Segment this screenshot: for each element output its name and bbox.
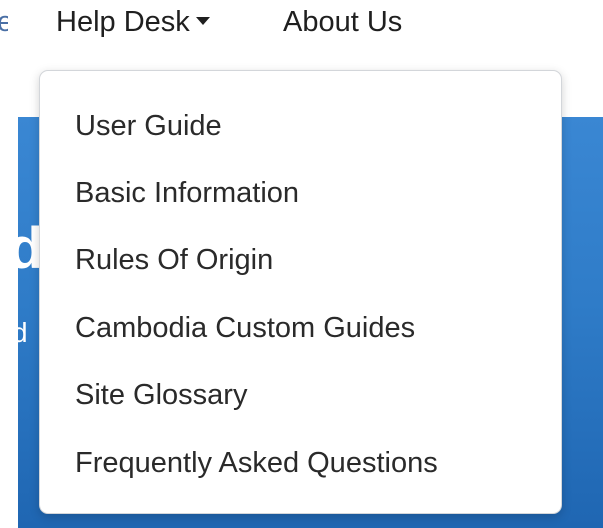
chevron-down-icon: [195, 17, 210, 26]
nav-item-clipped[interactable]: e: [0, 4, 8, 40]
menu-item-faq[interactable]: Frequently Asked Questions: [75, 445, 438, 481]
hero-subtitle-fragment: d: [12, 317, 28, 348]
menu-item-rules-of-origin[interactable]: Rules Of Origin: [75, 242, 273, 278]
menu-item-basic-information[interactable]: Basic Information: [75, 175, 299, 211]
help-desk-dropdown-menu: User Guide Basic Information Rules Of Or…: [39, 70, 562, 514]
nav-item-about-us[interactable]: About Us: [283, 4, 402, 40]
help-desk-label: Help Desk: [56, 6, 190, 38]
menu-item-site-glossary[interactable]: Site Glossary: [75, 377, 247, 413]
top-navbar: e Help Desk About Us: [0, 0, 603, 46]
menu-item-cambodia-custom-guides[interactable]: Cambodia Custom Guides: [75, 310, 415, 346]
nav-item-help-desk[interactable]: Help Desk: [56, 4, 210, 40]
menu-item-user-guide[interactable]: User Guide: [75, 108, 222, 144]
